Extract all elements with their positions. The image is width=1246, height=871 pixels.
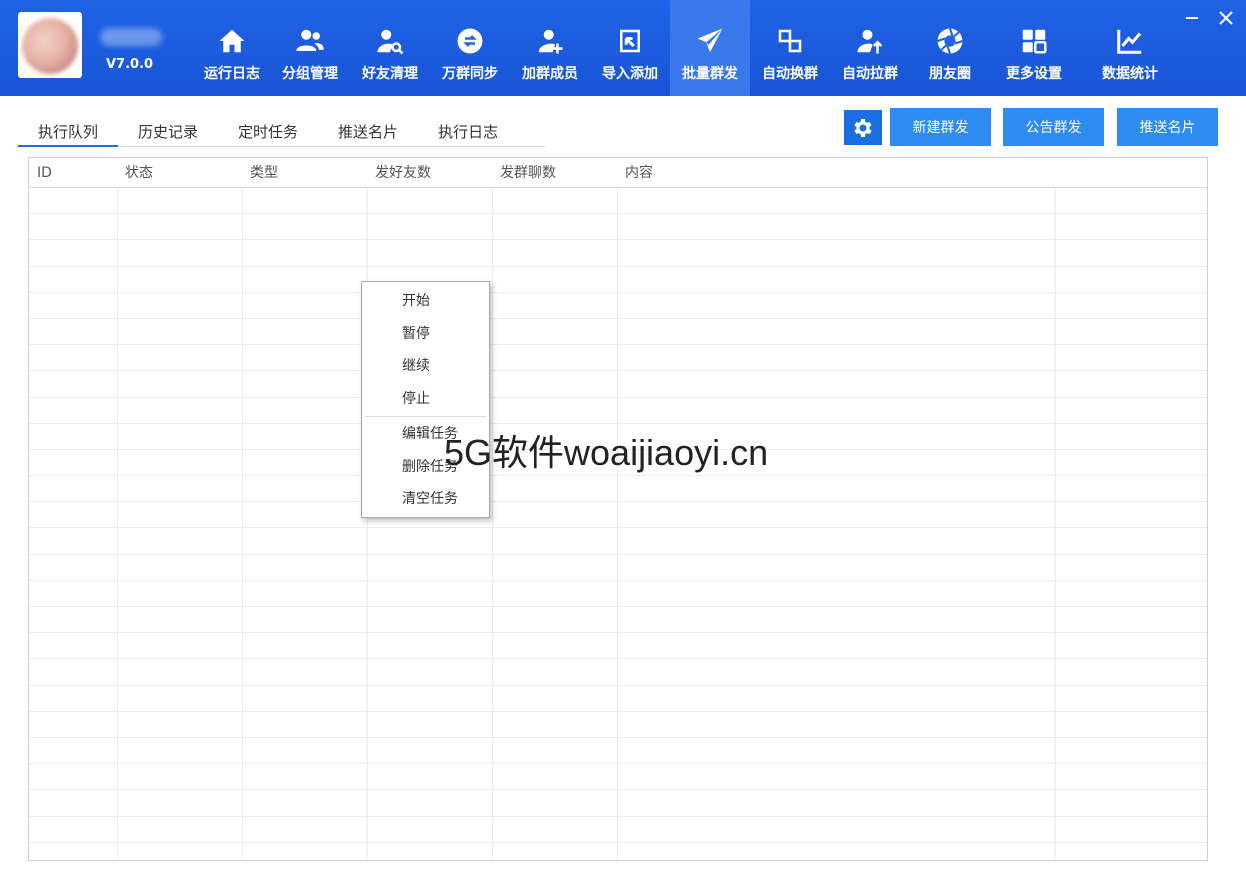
nav-label: 自动换群 [762, 66, 818, 82]
menu-item-start[interactable]: 开始 [362, 285, 489, 318]
table-row[interactable] [29, 738, 1207, 765]
menu-item-resume[interactable]: 继续 [362, 350, 489, 383]
nav-label: 数据统计 [1102, 66, 1158, 82]
main-nav: 运行日志 分组管理 好友清理 万群同步 加群成员 导入添加 批量群发 自动换群 [194, 0, 1182, 96]
sync-icon [457, 28, 483, 54]
watermark: 5G软件woaijiaoyi.cn [444, 432, 769, 473]
nav-label: 自动拉群 [842, 66, 898, 82]
tab-scheduled[interactable]: 定时任务 [218, 117, 318, 147]
table-body [29, 188, 1207, 860]
nav-add-group-members[interactable]: 加群成员 [510, 0, 590, 96]
close-icon [1219, 11, 1233, 25]
nav-label: 万群同步 [442, 66, 498, 82]
settings-button[interactable] [844, 110, 882, 145]
nav-group-sync[interactable]: 万群同步 [430, 0, 510, 96]
column-header-content[interactable]: 内容 [617, 158, 653, 188]
user-search-icon [377, 29, 404, 55]
sub-tabs: 执行队列 历史记录 定时任务 推送名片 执行日志 [18, 117, 545, 147]
tab-history[interactable]: 历史记录 [118, 117, 218, 147]
nav-label: 批量群发 [682, 66, 738, 82]
users-icon [296, 29, 324, 51]
table-row[interactable] [29, 398, 1207, 424]
nav-import-add[interactable]: 导入添加 [590, 0, 670, 96]
table-row[interactable] [29, 345, 1207, 372]
minimize-icon [1186, 17, 1198, 19]
table-row[interactable] [29, 555, 1207, 581]
table-row[interactable] [29, 843, 1207, 860]
menu-separator [365, 416, 486, 417]
nav-label: 朋友圈 [929, 66, 971, 82]
avatar[interactable] [18, 12, 82, 78]
table-header: ID 状态 类型 发好友数 发群聊数 内容 [29, 158, 1207, 188]
nav-moments[interactable]: 朋友圈 [910, 0, 990, 96]
aperture-icon [937, 28, 963, 54]
table-row[interactable] [29, 267, 1207, 293]
tab-exec-queue[interactable]: 执行队列 [18, 117, 119, 147]
column-header-type[interactable]: 类型 [242, 158, 278, 188]
avatar-image [22, 18, 78, 74]
gear-icon [854, 118, 872, 137]
nav-more-settings[interactable]: 更多设置 [990, 0, 1078, 96]
new-broadcast-button[interactable]: 新建群发 [890, 108, 991, 146]
announcement-broadcast-button[interactable]: 公告群发 [1003, 108, 1104, 146]
table-row[interactable] [29, 790, 1207, 817]
nav-label: 加群成员 [522, 66, 578, 82]
nav-group-manage[interactable]: 分组管理 [270, 0, 350, 96]
table-row[interactable] [29, 319, 1207, 346]
table-row[interactable] [29, 240, 1207, 267]
nav-label: 导入添加 [602, 66, 658, 82]
nav-data-stats[interactable]: 数据统计 [1078, 0, 1182, 96]
column-header-group-count[interactable]: 发群聊数 [492, 158, 556, 188]
table-row[interactable] [29, 502, 1207, 529]
send-icon [697, 28, 723, 53]
menu-item-stop[interactable]: 停止 [362, 383, 489, 416]
table-row[interactable] [29, 686, 1207, 712]
column-header-id[interactable]: ID [29, 158, 52, 188]
nickname-blurred [100, 28, 162, 46]
column-header-status[interactable]: 状态 [117, 158, 153, 188]
swap-icon [778, 29, 802, 53]
table-row[interactable] [29, 817, 1207, 843]
menu-item-pause[interactable]: 暂停 [362, 318, 489, 351]
user-up-icon [857, 29, 883, 54]
table-row[interactable] [29, 633, 1207, 660]
window-controls [1182, 8, 1236, 28]
nav-label: 分组管理 [282, 66, 338, 82]
nav-label: 更多设置 [1006, 66, 1062, 82]
menu-item-clear-tasks[interactable]: 清空任务 [362, 483, 489, 516]
close-button[interactable] [1216, 8, 1236, 28]
user-add-icon [538, 29, 563, 54]
table-row[interactable] [29, 581, 1207, 607]
table-row[interactable] [29, 371, 1207, 398]
nav-friend-clean[interactable]: 好友清理 [350, 0, 430, 96]
tab-exec-log[interactable]: 执行日志 [418, 117, 518, 147]
table-row[interactable] [29, 659, 1207, 686]
nav-label: 好友清理 [362, 66, 418, 82]
table-row[interactable] [29, 712, 1207, 738]
nav-label: 运行日志 [204, 66, 260, 82]
minimize-button[interactable] [1182, 8, 1202, 28]
table-row[interactable] [29, 214, 1207, 241]
table-row[interactable] [29, 476, 1207, 503]
import-icon [620, 29, 640, 53]
tab-push-card[interactable]: 推送名片 [318, 117, 418, 147]
nav-auto-switch-group[interactable]: 自动换群 [750, 0, 830, 96]
column-header-friend-count[interactable]: 发好友数 [367, 158, 431, 188]
grid-icon [1022, 29, 1047, 54]
push-card-button[interactable]: 推送名片 [1117, 108, 1218, 146]
table-row[interactable] [29, 528, 1207, 555]
table-row[interactable] [29, 764, 1207, 791]
chart-icon [1117, 29, 1142, 54]
table-row[interactable] [29, 293, 1207, 319]
table-row[interactable] [29, 188, 1207, 215]
app-version: V7.0.0 [106, 57, 154, 72]
nav-run-log[interactable]: 运行日志 [194, 0, 270, 96]
context-menu: 开始 暂停 继续 停止 编辑任务 删除任务 清空任务 [361, 281, 490, 518]
top-bar: V7.0.0 运行日志 分组管理 好友清理 万群同步 加群成员 导入添加 批量群 [0, 0, 1246, 96]
nav-auto-pull-group[interactable]: 自动拉群 [830, 0, 910, 96]
nav-batch-broadcast[interactable]: 批量群发 [670, 0, 750, 96]
home-icon [219, 29, 245, 53]
table-row[interactable] [29, 607, 1207, 634]
task-queue-table[interactable]: ID 状态 类型 发好友数 发群聊数 内容 [28, 157, 1208, 861]
